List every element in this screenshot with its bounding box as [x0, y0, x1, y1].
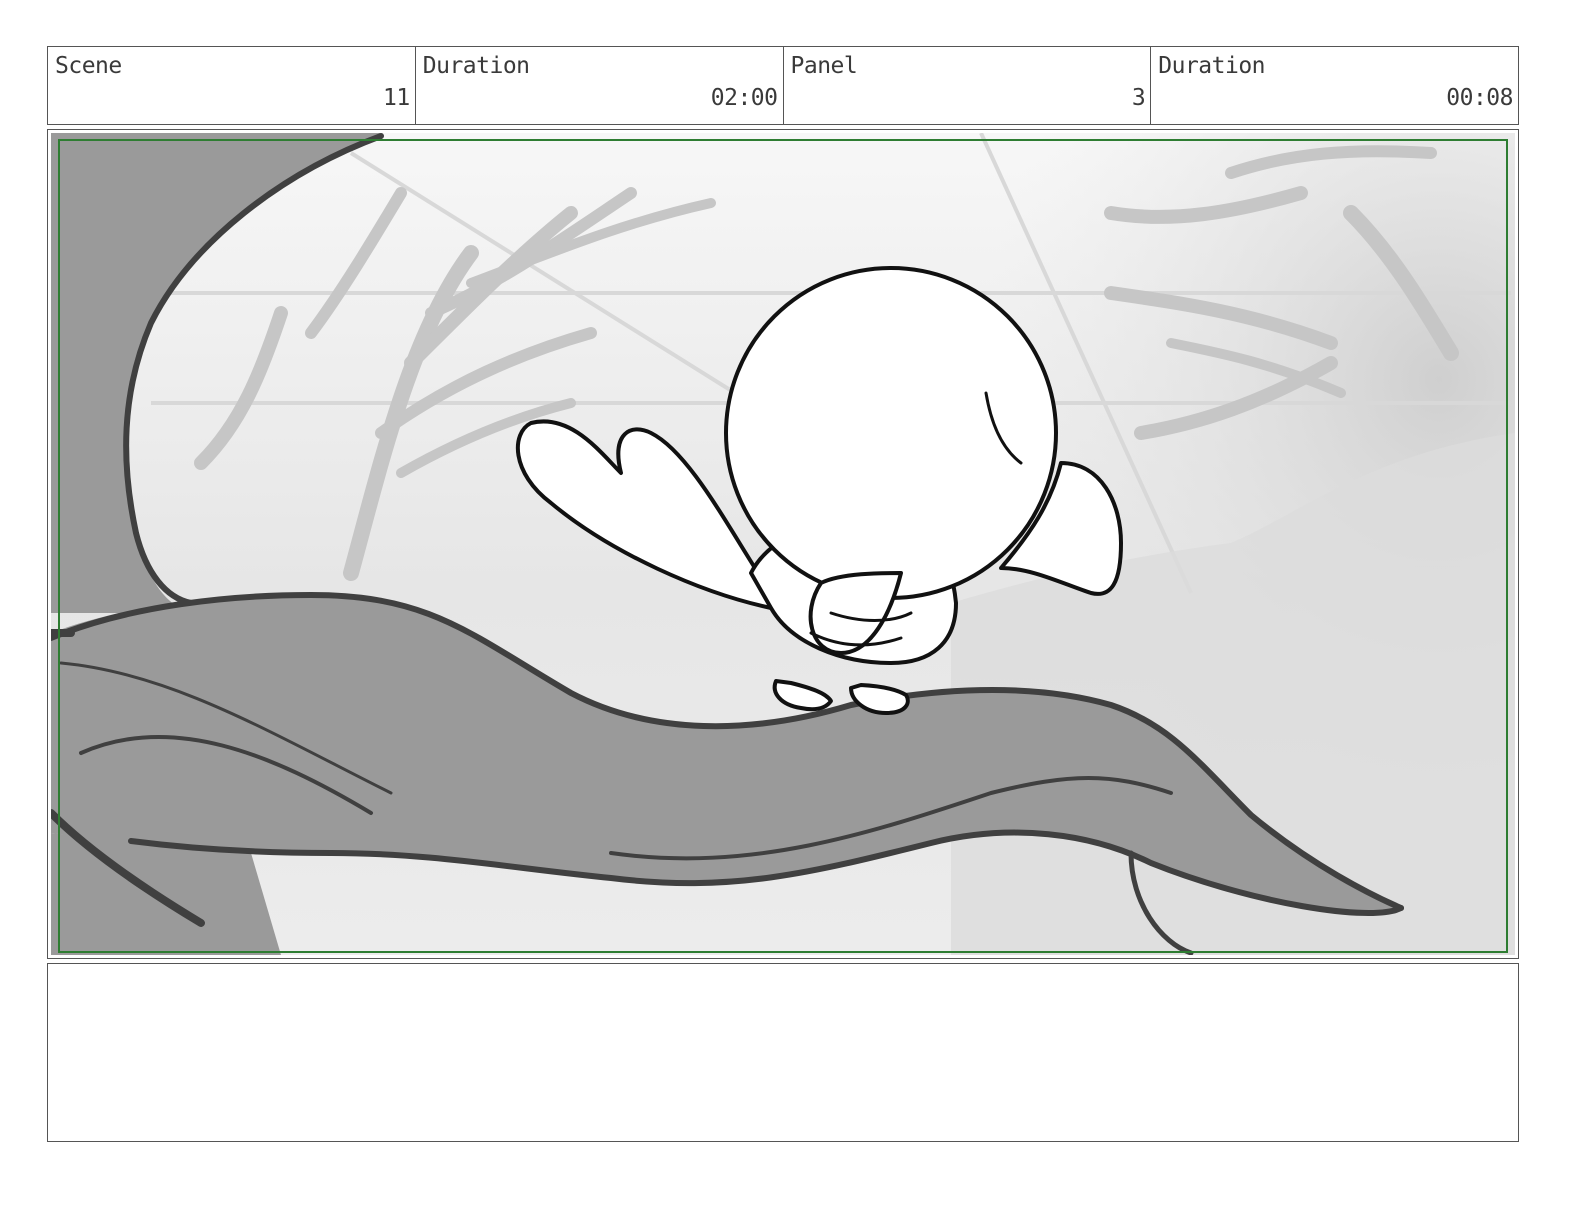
panel-drawing	[51, 133, 1515, 955]
scene-label: Scene	[55, 53, 122, 79]
panel-label: Panel	[790, 53, 858, 79]
panel-duration-value: 00:08	[1446, 85, 1513, 111]
panel-duration-label: Duration	[1158, 53, 1266, 79]
bird-head	[724, 266, 1058, 600]
scene-cell: Scene 11	[48, 47, 416, 124]
scene-duration-label: Duration	[422, 53, 530, 79]
scene-duration-value: 02:00	[710, 85, 778, 111]
panel-cell: Panel 3	[784, 47, 1152, 124]
scene-duration-cell: Duration 02:00	[416, 47, 784, 124]
scene-number: 11	[383, 85, 410, 111]
panel-header: Scene 11 Duration 02:00 Panel 3 Duration…	[47, 46, 1519, 125]
panel-notes-box	[47, 963, 1519, 1142]
panel-number: 3	[1131, 85, 1146, 111]
panel-duration-cell: Duration 00:08	[1151, 47, 1518, 124]
storyboard-panel-image	[47, 129, 1519, 959]
